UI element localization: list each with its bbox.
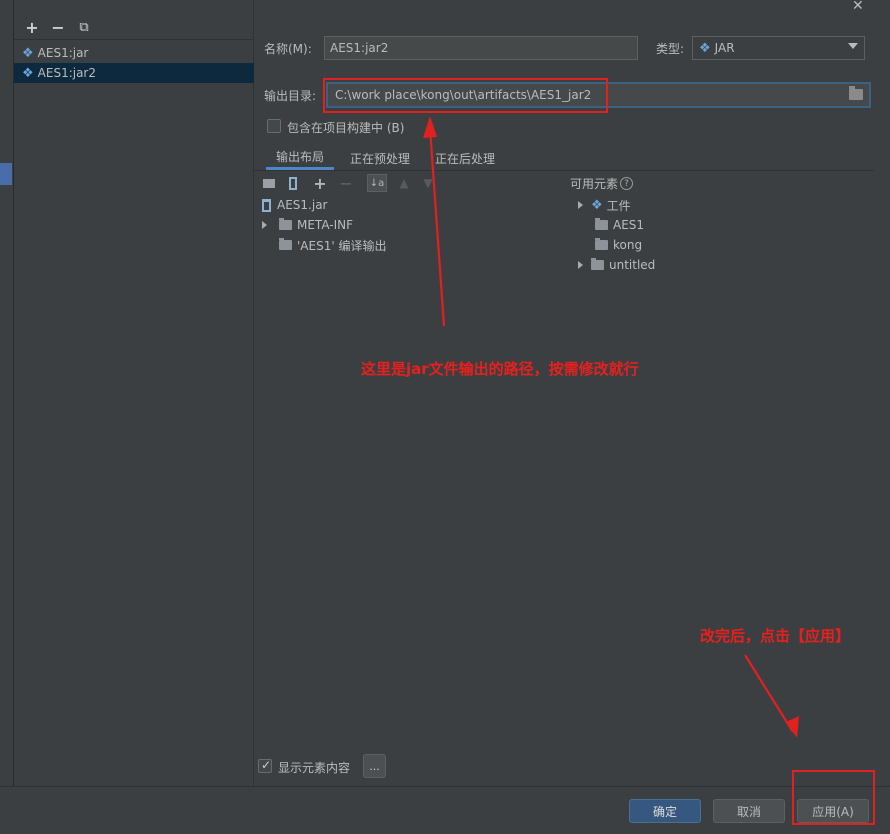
tree-item-label: 'AES1' 编译输出 bbox=[297, 238, 387, 253]
available-item-label: untitled bbox=[609, 258, 656, 272]
output-dir-label: 输出目录: bbox=[264, 89, 317, 103]
artifact-label: AES1:jar bbox=[37, 46, 89, 60]
module-folder-icon bbox=[591, 258, 604, 270]
available-item-label: 工件 bbox=[606, 198, 631, 213]
help-icon[interactable]: ? bbox=[620, 177, 634, 190]
tab-output-layout[interactable]: 输出布局 bbox=[266, 146, 335, 170]
folder-icon bbox=[279, 238, 292, 250]
chevron-right-icon[interactable] bbox=[262, 221, 267, 229]
tree-root-label: AES1.jar bbox=[277, 198, 328, 212]
more-options-button[interactable]: ... bbox=[363, 754, 386, 778]
chevron-right-icon[interactable] bbox=[578, 201, 583, 209]
available-item-aes1[interactable]: AES1 bbox=[595, 215, 644, 235]
folder-icon bbox=[279, 218, 292, 230]
include-in-build-label: 包含在项目构建中 (B) bbox=[287, 121, 405, 135]
module-folder-icon bbox=[595, 218, 608, 230]
tree-item-meta-inf[interactable]: META-INF bbox=[262, 215, 353, 235]
jar-type-icon: ❖ bbox=[699, 40, 711, 56]
arrow-head-down bbox=[786, 716, 799, 738]
archive-icon[interactable] bbox=[283, 174, 303, 192]
arrow-head-up bbox=[423, 116, 437, 138]
side-strip bbox=[0, 0, 14, 786]
chevron-down-icon bbox=[848, 43, 858, 49]
artifact-toolbar: + − ⧉ bbox=[14, 16, 254, 40]
type-label: 类型: bbox=[656, 42, 685, 56]
side-strip-marker bbox=[0, 163, 12, 185]
available-item-label: AES1 bbox=[613, 218, 645, 232]
show-content-label: 显示元素内容 bbox=[278, 761, 351, 775]
remove-element-button[interactable]: − bbox=[336, 174, 356, 193]
available-elements-header: 可用元素 ? bbox=[570, 175, 634, 192]
tree-root-jar[interactable]: AES1.jar bbox=[262, 195, 327, 215]
folder-icon[interactable] bbox=[849, 86, 863, 100]
available-item-artifacts[interactable]: ❖ 工件 bbox=[578, 195, 631, 215]
artifact-label: AES1:jar2 bbox=[37, 66, 96, 80]
available-item-label: kong bbox=[613, 238, 643, 252]
type-select[interactable]: ❖ JAR bbox=[692, 36, 865, 60]
add-element-button[interactable]: + bbox=[310, 174, 330, 193]
module-folder-icon bbox=[595, 238, 608, 250]
annotation-path-note: 这里是jar文件输出的路径，按需修改就行 bbox=[361, 360, 639, 378]
ok-button[interactable]: 确定 bbox=[629, 799, 701, 823]
available-item-untitled[interactable]: untitled bbox=[578, 255, 655, 275]
type-select-value: JAR bbox=[714, 41, 735, 55]
copy-artifact-button[interactable]: ⧉ bbox=[72, 17, 96, 39]
available-header-label: 可用元素 bbox=[570, 177, 619, 191]
artifact-icon: ❖ bbox=[22, 45, 34, 61]
tab-postprocessing[interactable]: 正在后处理 bbox=[435, 146, 495, 170]
tab-label: 正在后处理 bbox=[435, 151, 496, 166]
tab-divider bbox=[254, 170, 874, 171]
artifact-icon: ❖ bbox=[591, 197, 603, 213]
name-input[interactable]: AES1:jar2 bbox=[324, 36, 638, 60]
name-label: 名称(M): bbox=[264, 42, 312, 56]
tree-item-label: META-INF bbox=[297, 218, 354, 232]
move-down-icon[interactable]: ▼ bbox=[418, 174, 438, 192]
annotation-box-apply bbox=[792, 770, 875, 825]
jar-file-icon bbox=[262, 198, 271, 212]
available-item-kong[interactable]: kong bbox=[595, 235, 642, 255]
tab-preprocessing[interactable]: 正在预处理 bbox=[350, 146, 410, 170]
tree-item-compile-output[interactable]: 'AES1' 编译输出 bbox=[279, 235, 386, 255]
artifact-list-panel: + − ⧉ ❖ AES1:jar ❖ AES1:jar2 bbox=[14, 0, 254, 786]
artifact-icon: ❖ bbox=[22, 65, 34, 81]
annotation-apply-note: 改完后，点击【应用】 bbox=[700, 627, 851, 645]
annotation-box-output-dir bbox=[323, 78, 608, 113]
close-icon[interactable]: ✕ bbox=[852, 0, 864, 14]
artifact-item[interactable]: ❖ AES1:jar bbox=[14, 43, 254, 63]
tab-label: 正在预处理 bbox=[350, 151, 411, 166]
chevron-right-icon[interactable] bbox=[578, 261, 583, 269]
add-artifact-button[interactable]: + bbox=[20, 17, 44, 39]
include-in-build-checkbox[interactable] bbox=[267, 119, 281, 133]
remove-artifact-button[interactable]: − bbox=[46, 17, 70, 39]
tab-label: 输出布局 bbox=[276, 150, 325, 164]
arrow-line-down bbox=[744, 654, 794, 733]
new-directory-icon[interactable] bbox=[259, 174, 279, 192]
show-content-checkbox[interactable] bbox=[258, 758, 272, 773]
artifact-item-selected[interactable]: ❖ AES1:jar2 bbox=[14, 63, 254, 83]
move-up-icon[interactable]: ▲ bbox=[394, 174, 414, 192]
sort-icon[interactable]: ↓a bbox=[367, 174, 387, 192]
cancel-button[interactable]: 取消 bbox=[713, 799, 785, 823]
